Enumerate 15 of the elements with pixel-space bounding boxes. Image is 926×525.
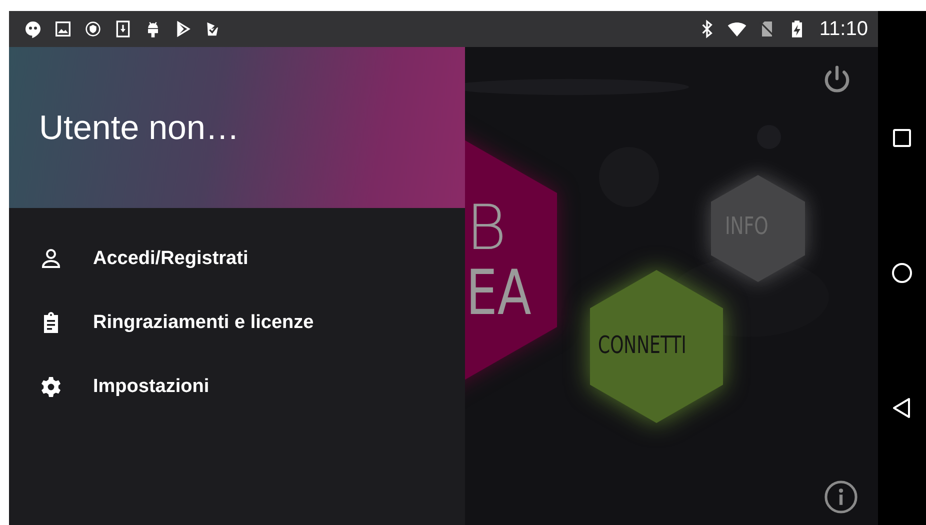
info-icon[interactable] bbox=[822, 478, 860, 516]
menu-item[interactable]: Accedi/Registrati bbox=[39, 242, 248, 276]
home-icon[interactable] bbox=[890, 260, 914, 285]
clock-time: 11:10 bbox=[819, 18, 868, 40]
image-icon bbox=[53, 19, 73, 39]
logo-text: EA bbox=[466, 262, 532, 324]
menu-item[interactable]: Ringraziamenti e licenze bbox=[39, 306, 314, 340]
menu-item[interactable]: Impostazioni bbox=[39, 370, 210, 404]
hexagon-label: CONNETTI bbox=[598, 331, 686, 359]
user-name: Utente non… bbox=[39, 111, 240, 145]
logo-text: B bbox=[466, 197, 507, 259]
person-icon bbox=[39, 247, 63, 271]
shield-icon bbox=[83, 19, 103, 39]
settings-icon bbox=[39, 375, 63, 399]
chat-bubble-icon bbox=[23, 19, 43, 39]
